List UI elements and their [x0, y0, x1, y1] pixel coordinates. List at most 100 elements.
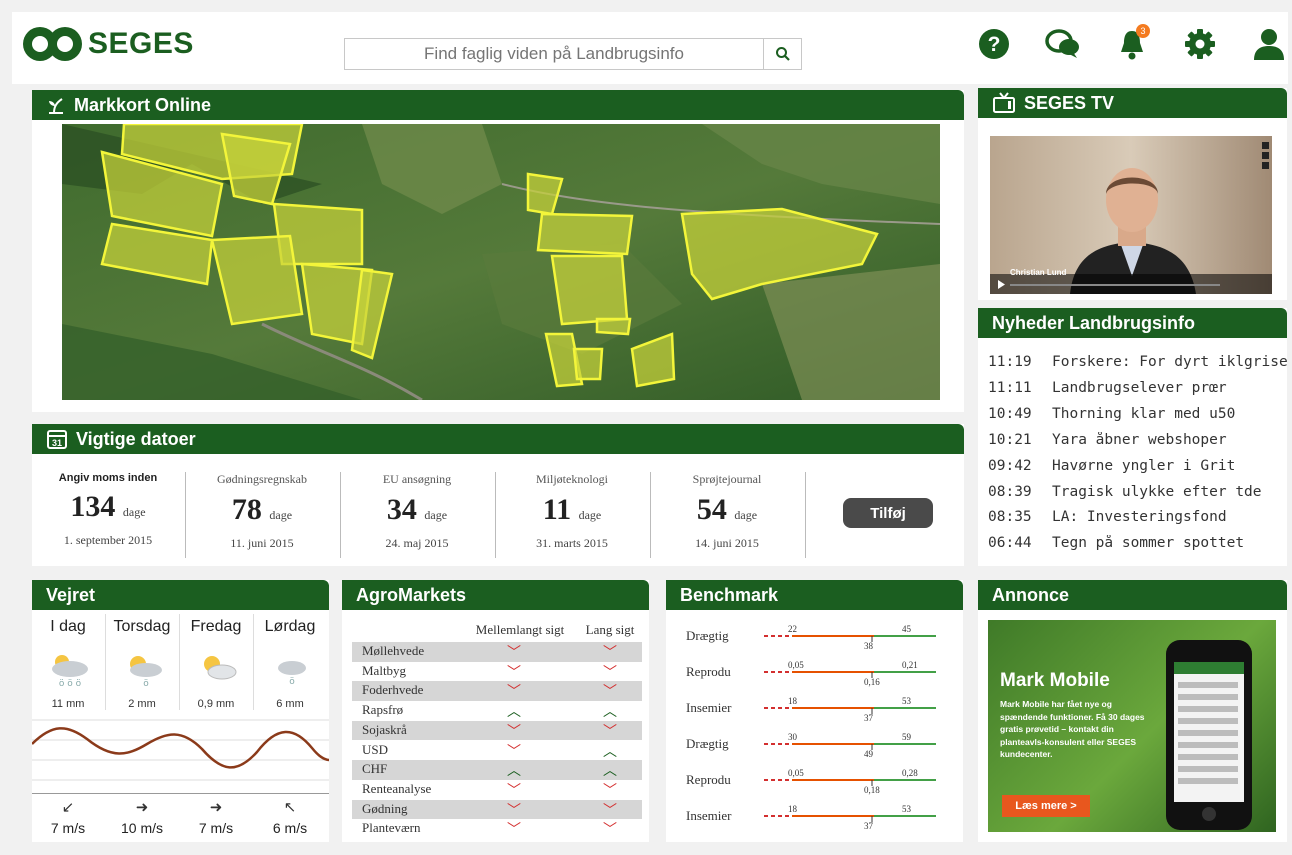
chevron-down-icon: ﹀ — [507, 783, 521, 799]
wind-speed: 7 m/s — [198, 820, 234, 836]
benchmark-value: 38 — [864, 641, 873, 651]
market-row[interactable]: Foderhvede ﹀ ﹀ — [352, 681, 642, 702]
date-label: Miljøteknologi — [536, 472, 608, 486]
benchmark-high: 53 — [902, 804, 911, 814]
news-time: 10:21 — [988, 431, 1032, 448]
news-item[interactable]: 08:35 LA: Investeringsfond — [988, 509, 1288, 525]
help-button[interactable]: ? — [976, 26, 1012, 62]
user-icon — [1254, 29, 1284, 60]
divider — [179, 614, 180, 710]
date-count: 34 — [386, 493, 417, 526]
ad-header: Annonce — [978, 580, 1287, 610]
dates-title: Vigtige datoer — [76, 429, 196, 449]
profile-button[interactable] — [1251, 26, 1287, 62]
weather-day-label: Torsdag — [113, 618, 171, 635]
svg-text:?: ? — [988, 33, 1001, 56]
market-row[interactable]: Maltbyg ﹀ ﹀ — [352, 662, 642, 682]
benchmark-row[interactable]: Drægtig 22 45 38 — [666, 624, 963, 658]
benchmark-low: 18 — [788, 696, 797, 706]
benchmark-high: 45 — [902, 624, 911, 634]
news-headline: Havørne yngler i Grit — [1052, 457, 1236, 474]
news-item[interactable]: 10:49 Thorning klar med u50 — [988, 406, 1288, 422]
seges-logo[interactable]: SEGES — [22, 24, 194, 64]
market-row[interactable]: Sojaskrå ﹀ ﹀ — [352, 720, 642, 741]
agromarkets-panel: AgroMarkets Mellemlangt sigt Lang sigt M… — [342, 580, 649, 842]
video-player[interactable]: Christian Lund — [990, 136, 1272, 294]
market-name: Rapsfrø — [362, 702, 404, 718]
weather-header: Vejret — [32, 580, 329, 610]
news-time: 11:11 — [988, 379, 1032, 396]
benchmark-row[interactable]: Reprodu 0,05 0,28 0,18 — [666, 768, 963, 802]
date-label: EU ansøgning — [382, 472, 452, 486]
brand-name: SEGES — [88, 27, 194, 60]
benchmark-high: 0,21 — [902, 660, 918, 670]
column-header-long: Lang sigt — [585, 622, 635, 637]
date-count: 78 — [231, 493, 262, 526]
news-headline: Landbrugselever prœr — [1052, 379, 1227, 396]
svg-text:31: 31 — [52, 438, 62, 448]
benchmark-value: 0,18 — [864, 785, 880, 795]
svg-text:ö ö ö: ö ö ö — [59, 679, 82, 688]
market-row[interactable]: Møllehvede ﹀ ﹀ — [352, 642, 642, 662]
chevron-down-icon: ﹀ — [507, 823, 521, 839]
chevron-up-icon: ︿ — [603, 744, 617, 760]
benchmark-row[interactable]: Insemier 18 53 37 — [666, 696, 963, 730]
tv-title: SEGES TV — [1024, 93, 1115, 113]
add-date-button[interactable]: Tilføj — [843, 498, 933, 528]
agromarkets-header: AgroMarkets — [342, 580, 649, 610]
market-row[interactable]: USD ﹀ ︿ — [352, 741, 642, 761]
date-item[interactable]: EU ansøgning 34 dage 24. maj 2015 — [347, 468, 487, 560]
news-headline: Thorning klar med u50 — [1052, 405, 1236, 422]
divider — [495, 472, 496, 558]
market-name: Maltbyg — [362, 662, 407, 678]
date-label: Gødningsregnskab — [217, 472, 307, 486]
divider — [340, 472, 341, 558]
news-item[interactable]: 08:39 Tragisk ulykke efter tde — [988, 484, 1288, 500]
date-item[interactable]: Gødningsregnskab 78 dage 11. juni 2015 — [192, 468, 332, 560]
benchmark-row[interactable]: Insemier 18 53 37 — [666, 804, 963, 838]
search-button[interactable] — [763, 39, 801, 69]
news-item[interactable]: 11:11 Landbrugselever prœr — [988, 380, 1288, 396]
date-unit: dage — [578, 508, 602, 522]
news-title: Nyheder Landbrugsinfo — [992, 313, 1196, 333]
benchmark-row[interactable]: Reprodu 0,05 0,21 0,16 — [666, 660, 963, 694]
date-item[interactable]: Sprøjtejournal 54 dage 14. juni 2015 — [657, 468, 797, 560]
benchmark-value: 37 — [864, 713, 873, 723]
benchmark-high: 0,28 — [902, 768, 918, 778]
ad-banner[interactable]: Mark Mobile Mark Mobile har fået nye og … — [988, 620, 1276, 832]
divider — [185, 472, 186, 558]
chat-button[interactable] — [1045, 26, 1081, 62]
market-row[interactable]: CHF ︿ ︿ — [352, 760, 642, 780]
market-row[interactable]: Renteanalyse ﹀ ﹀ — [352, 780, 642, 800]
market-row[interactable]: Gødning ﹀ ﹀ — [352, 799, 642, 820]
chat-icon — [1045, 29, 1079, 58]
benchmark-title: Benchmark — [680, 585, 779, 605]
benchmark-low: 0,05 — [788, 660, 804, 670]
news-time: 08:39 — [988, 483, 1032, 500]
chevron-down-icon: ﹀ — [507, 685, 521, 701]
settings-button[interactable] — [1182, 26, 1218, 62]
calendar-icon: 31 — [47, 430, 67, 449]
cloud-rain-icon: ö — [278, 661, 306, 687]
news-item[interactable]: 09:42 Havørne yngler i Grit — [988, 458, 1288, 474]
agromarkets-title: AgroMarkets — [356, 585, 467, 605]
search-input[interactable] — [345, 39, 763, 69]
divider — [650, 472, 651, 558]
chevron-down-icon: ﹀ — [603, 783, 617, 799]
news-item[interactable]: 06:44 Tegn på sommer spottet — [988, 535, 1288, 551]
field-map[interactable] — [62, 122, 941, 402]
news-item[interactable]: 11:19 Forskere: For dyrt iklgrise — [988, 354, 1288, 370]
market-row[interactable]: Planteværn ﹀ ﹀ — [352, 819, 642, 839]
benchmark-row[interactable]: Drægtig 30 59 49 — [666, 732, 963, 766]
news-headline: Forskere: For dyrt iklgrise — [1052, 354, 1288, 370]
read-more-button[interactable]: Læs mere > — [1002, 795, 1090, 817]
notification-badge: 3 — [1136, 24, 1150, 38]
divider — [805, 472, 806, 558]
notifications-button[interactable]: 3 — [1114, 24, 1150, 62]
market-row[interactable]: Rapsfrø ︿ ︿ — [352, 701, 642, 721]
news-item[interactable]: 10:21 Yara åbner webshoper — [988, 432, 1288, 448]
chevron-down-icon: ﹀ — [507, 744, 521, 760]
date-item[interactable]: Angiv moms inden 134 dage 1. september 2… — [38, 468, 178, 560]
markkort-title: Markkort Online — [74, 95, 212, 115]
date-item[interactable]: Miljøteknologi 11 dage 31. marts 2015 — [502, 468, 642, 560]
